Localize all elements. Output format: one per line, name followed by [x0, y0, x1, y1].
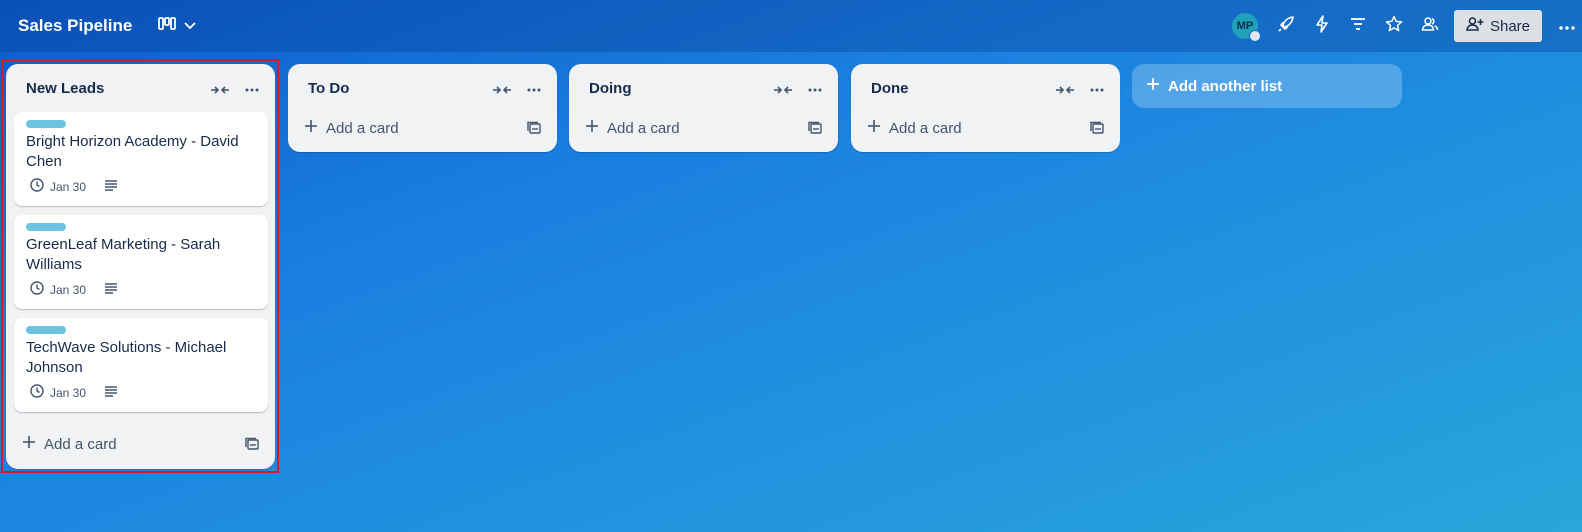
filter-button[interactable] — [1340, 10, 1376, 42]
board-title[interactable]: Sales Pipeline — [18, 16, 132, 36]
list-header: New Leads — [6, 64, 275, 112]
admin-badge-icon — [1248, 30, 1261, 42]
card-badges: Jan 30 — [30, 281, 118, 298]
card-label[interactable] — [26, 120, 66, 128]
chevron-down-icon — [184, 17, 196, 35]
card-badges: Jan 30 — [30, 178, 118, 195]
list-title[interactable]: Doing — [589, 80, 632, 97]
list-new-leads: New Leads Bright Horizon Academy - David… — [6, 64, 275, 469]
visibility-button[interactable] — [1412, 10, 1448, 42]
list-header: Done — [851, 64, 1120, 112]
list-title[interactable]: New Leads — [26, 80, 104, 97]
description-icon — [104, 282, 118, 297]
card-template-icon[interactable] — [527, 121, 543, 137]
collapse-list-icon[interactable] — [1055, 82, 1075, 98]
list-menu-icon[interactable] — [526, 82, 544, 98]
add-member-icon — [1466, 16, 1484, 36]
card-template-icon[interactable] — [808, 121, 824, 137]
avatar[interactable]: MP — [1231, 13, 1261, 42]
collapse-list-icon[interactable] — [492, 82, 512, 98]
add-card-button[interactable]: Add a card — [22, 435, 117, 453]
share-button[interactable]: Share — [1453, 10, 1542, 42]
filter-icon — [1350, 17, 1366, 36]
due-date[interactable]: Jan 30 — [50, 180, 86, 194]
board-view-icon — [158, 16, 177, 36]
card-template-icon[interactable] — [245, 437, 261, 453]
plus-icon — [585, 119, 599, 137]
add-card-button[interactable]: Add a card — [867, 119, 962, 137]
card[interactable]: Bright Horizon Academy - David Chen Jan … — [14, 112, 268, 206]
team-visibility-icon — [1421, 16, 1439, 37]
due-date[interactable]: Jan 30 — [50, 283, 86, 297]
list-menu-icon[interactable] — [807, 82, 825, 98]
card[interactable]: TechWave Solutions - Michael Johnson Jan… — [14, 318, 268, 412]
clock-icon — [30, 384, 44, 401]
card-label[interactable] — [26, 223, 66, 231]
collapse-list-icon[interactable] — [210, 82, 230, 98]
power-ups-button[interactable] — [1268, 10, 1304, 42]
plus-icon — [1146, 77, 1160, 95]
list-menu-icon[interactable] — [1089, 82, 1107, 98]
collapse-list-icon[interactable] — [773, 82, 793, 98]
star-button[interactable] — [1376, 10, 1412, 42]
add-card-label: Add a card — [889, 119, 962, 137]
card-label[interactable] — [26, 326, 66, 334]
due-date[interactable]: Jan 30 — [50, 386, 86, 400]
plus-icon — [304, 119, 318, 137]
card[interactable]: GreenLeaf Marketing - Sarah Williams Jan… — [14, 215, 268, 309]
list-header: To Do — [288, 64, 557, 112]
list-menu-icon[interactable] — [244, 82, 262, 98]
add-card-label: Add a card — [44, 435, 117, 453]
list-to-do: To Do Add a card — [288, 64, 557, 152]
add-card-button[interactable]: Add a card — [304, 119, 399, 137]
lightning-icon — [1315, 14, 1329, 38]
add-list-label: Add another list — [1168, 77, 1283, 95]
description-icon — [104, 385, 118, 400]
automation-button[interactable] — [1304, 10, 1340, 42]
plus-icon — [867, 119, 881, 137]
star-icon — [1385, 15, 1403, 38]
list-done: Done Add a card — [851, 64, 1120, 152]
card-template-icon[interactable] — [1090, 121, 1106, 137]
list-title[interactable]: Done — [871, 80, 909, 97]
add-card-label: Add a card — [326, 119, 399, 137]
clock-icon — [30, 178, 44, 195]
plus-icon — [22, 435, 36, 453]
add-list-button[interactable]: Add another list — [1132, 64, 1402, 108]
add-card-button[interactable]: Add a card — [585, 119, 680, 137]
clock-icon — [30, 281, 44, 298]
rocket-icon — [1277, 15, 1295, 38]
description-icon — [104, 179, 118, 194]
share-label: Share — [1489, 17, 1530, 35]
board-view-switcher[interactable] — [154, 11, 200, 41]
list-title[interactable]: To Do — [308, 80, 349, 97]
board-menu-button[interactable] — [1552, 10, 1582, 42]
card-badges: Jan 30 — [30, 384, 118, 401]
more-icon — [1559, 17, 1575, 35]
list-header: Doing — [569, 64, 838, 112]
board-header: Sales Pipeline MP Share — [0, 0, 1582, 52]
list-doing: Doing Add a card — [569, 64, 838, 152]
card-title: GreenLeaf Marketing - Sarah Williams — [26, 236, 221, 273]
card-title: Bright Horizon Academy - David Chen — [26, 133, 239, 170]
card-title: TechWave Solutions - Michael Johnson — [26, 339, 227, 376]
add-card-label: Add a card — [607, 119, 680, 137]
